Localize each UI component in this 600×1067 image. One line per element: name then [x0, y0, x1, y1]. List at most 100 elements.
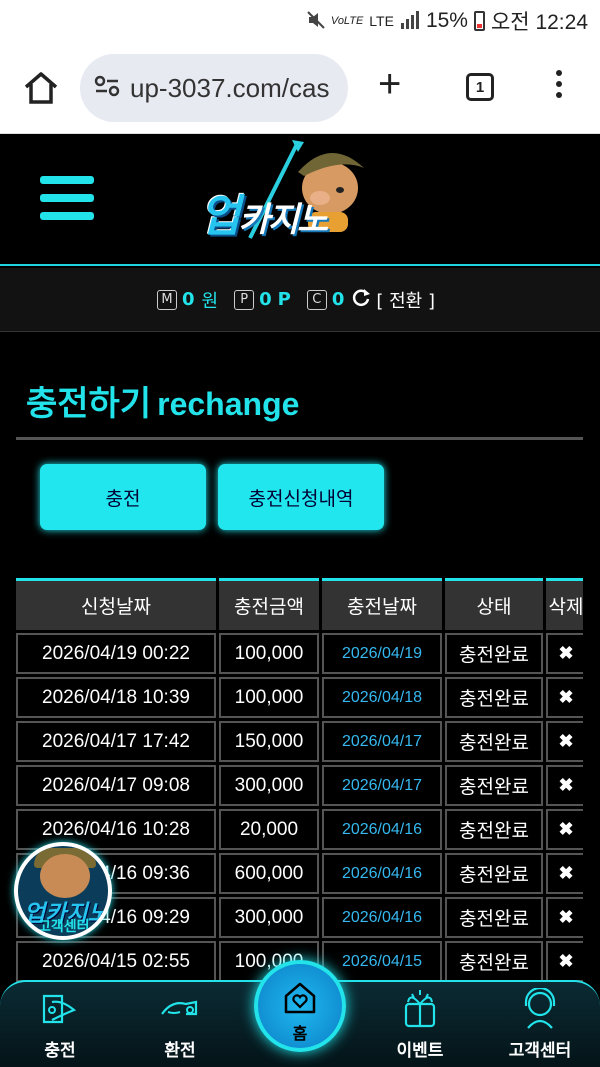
amount-cell: 600,000 — [219, 853, 319, 894]
badge-support-text: 고객센터 — [38, 919, 90, 935]
exchange-icon — [161, 1000, 198, 1016]
delete-icon[interactable]: ✖ — [546, 721, 583, 762]
site-logo[interactable]: 업카지노 — [200, 138, 400, 258]
status-cell: 충전완료 — [445, 721, 543, 762]
point-value: 0 — [259, 289, 272, 310]
customer-service-badge[interactable]: 업카지노 고객센터 — [14, 842, 112, 940]
url-text: up-3037.com/cas — [130, 72, 330, 103]
status-cell: 충전완료 — [445, 941, 543, 982]
balance-bar: M 0 원 P 0 P C 0 [ 전환 ] — [0, 268, 600, 332]
charge-icon — [42, 994, 77, 1024]
table-row: 2026/04/17 09:08 300,000 2026/04/17 충전완료… — [16, 765, 583, 806]
coin-balance: C 0 [ 전환 ] — [306, 287, 435, 313]
nav-home[interactable]: 홈 — [254, 960, 346, 1052]
delete-icon[interactable]: ✖ — [546, 633, 583, 674]
table-row: 2026/04/17 17:42 150,000 2026/04/17 충전완료… — [16, 721, 583, 762]
table-row: 2026/04/18 10:39 100,000 2026/04/18 충전완료… — [16, 677, 583, 718]
site-settings-icon[interactable] — [94, 75, 120, 101]
coin-icon: C — [306, 289, 327, 310]
nav-home-label: 홈 — [292, 1024, 308, 1043]
logo-main-text: 업 — [200, 191, 241, 242]
money-balance: M 0 원 — [157, 287, 218, 313]
col-status: 상태 — [445, 578, 543, 630]
nav-charge-label: 충전 — [44, 1041, 76, 1061]
delete-icon[interactable]: ✖ — [546, 765, 583, 806]
status-cell: 충전완료 — [445, 809, 543, 850]
table-row: 2026/04/16 10:28 20,000 2026/04/16 충전완료 … — [16, 809, 583, 850]
browser-toolbar: up-3037.com/cas + 1 — [0, 42, 600, 134]
browser-menu-icon[interactable] — [552, 70, 566, 106]
convert-button[interactable]: [ 전환 ] — [376, 287, 435, 313]
charge-date-cell: 2026/04/16 — [322, 853, 442, 894]
money-icon: M — [157, 289, 178, 310]
request-date-cell: 2026/04/17 17:42 — [16, 721, 216, 762]
battery-icon — [473, 11, 485, 31]
hamburger-menu-icon[interactable] — [40, 176, 94, 222]
browser-home-icon[interactable] — [22, 70, 60, 106]
status-cell: 충전완료 — [445, 633, 543, 674]
request-date-cell: 2026/04/19 00:22 — [16, 633, 216, 674]
money-unit: 원 — [201, 290, 219, 312]
status-cell: 충전완료 — [445, 897, 543, 938]
table-header-row: 신청날짜 충전금액 충전날짜 상태 삭제 — [16, 578, 583, 630]
point-icon: P — [234, 289, 255, 310]
amount-cell: 300,000 — [219, 765, 319, 806]
logo-sub-text: 카지노 — [238, 200, 328, 240]
charge-date-cell: 2026/04/16 — [322, 897, 442, 938]
status-bar: VoLTE LTE 15% 오전 12:24 — [0, 0, 600, 42]
nav-event[interactable]: 이벤트 — [365, 988, 475, 1067]
title-divider — [16, 437, 583, 440]
page-title-ko: 충전하기 — [26, 384, 152, 424]
site-header: 업카지노 — [0, 134, 600, 266]
nav-event-label: 이벤트 — [396, 1041, 444, 1061]
nav-support-label: 고객센터 — [508, 1041, 572, 1061]
nav-exchange-label: 환전 — [164, 1041, 196, 1061]
delete-icon[interactable]: ✖ — [546, 897, 583, 938]
request-date-cell: 2026/04/15 02:55 — [16, 941, 216, 982]
page-title: 충전하기 rechange — [26, 376, 299, 425]
delete-icon[interactable]: ✖ — [546, 677, 583, 718]
mute-icon — [307, 10, 325, 32]
col-delete: 삭제 — [546, 578, 583, 630]
col-charge-date: 충전날짜 — [322, 578, 442, 630]
bottom-nav: 충전 환전 홈 이벤트 고객센터 — [0, 960, 600, 1067]
charge-date-cell: 2026/04/18 — [322, 677, 442, 718]
amount-cell: 300,000 — [219, 897, 319, 938]
clock: 오전 12:24 — [490, 11, 588, 34]
amount-cell: 100,000 — [219, 633, 319, 674]
amount-cell: 150,000 — [219, 721, 319, 762]
volte-icon: VoLTE — [330, 15, 364, 27]
charge-date-cell: 2026/04/19 — [322, 633, 442, 674]
request-date-cell: 2026/04/17 09:08 — [16, 765, 216, 806]
table-row: 2026/04/19 00:22 100,000 2026/04/19 충전완료… — [16, 633, 583, 674]
amount-cell: 100,000 — [219, 677, 319, 718]
point-unit: P — [277, 289, 291, 310]
battery-percent: 15% — [425, 9, 468, 32]
nav-support[interactable]: 고객센터 — [485, 988, 595, 1067]
page-title-en: rechange — [157, 386, 300, 422]
address-bar[interactable]: up-3037.com/cas — [80, 54, 348, 122]
lte-label: LTE — [369, 13, 394, 29]
nav-charge[interactable]: 충전 — [5, 988, 115, 1067]
point-balance: P 0 P — [234, 289, 291, 310]
charge-date-cell: 2026/04/17 — [322, 765, 442, 806]
tab-charge-history[interactable]: 충전신청내역 — [218, 464, 384, 530]
request-date-cell: 2026/04/18 10:39 — [16, 677, 216, 718]
logo-text: 업카지노 — [200, 180, 328, 244]
tab-charge[interactable]: 충전 — [40, 464, 206, 530]
delete-icon[interactable]: ✖ — [546, 941, 583, 982]
signal-icon — [400, 10, 420, 33]
status-cell: 충전완료 — [445, 853, 543, 894]
delete-icon[interactable]: ✖ — [546, 809, 583, 850]
charge-date-cell: 2026/04/16 — [322, 809, 442, 850]
badge-mascot-face — [40, 854, 90, 898]
coin-value: 0 — [331, 289, 345, 310]
refresh-icon[interactable] — [351, 287, 371, 312]
support-headset-icon — [524, 988, 556, 1029]
nav-exchange[interactable]: 환전 — [125, 988, 235, 1067]
delete-icon[interactable]: ✖ — [546, 853, 583, 894]
new-tab-icon[interactable]: + — [378, 64, 401, 104]
col-amount: 충전금액 — [219, 578, 319, 630]
tab-switcher-button[interactable]: 1 — [466, 73, 494, 101]
gift-icon — [404, 990, 436, 1028]
